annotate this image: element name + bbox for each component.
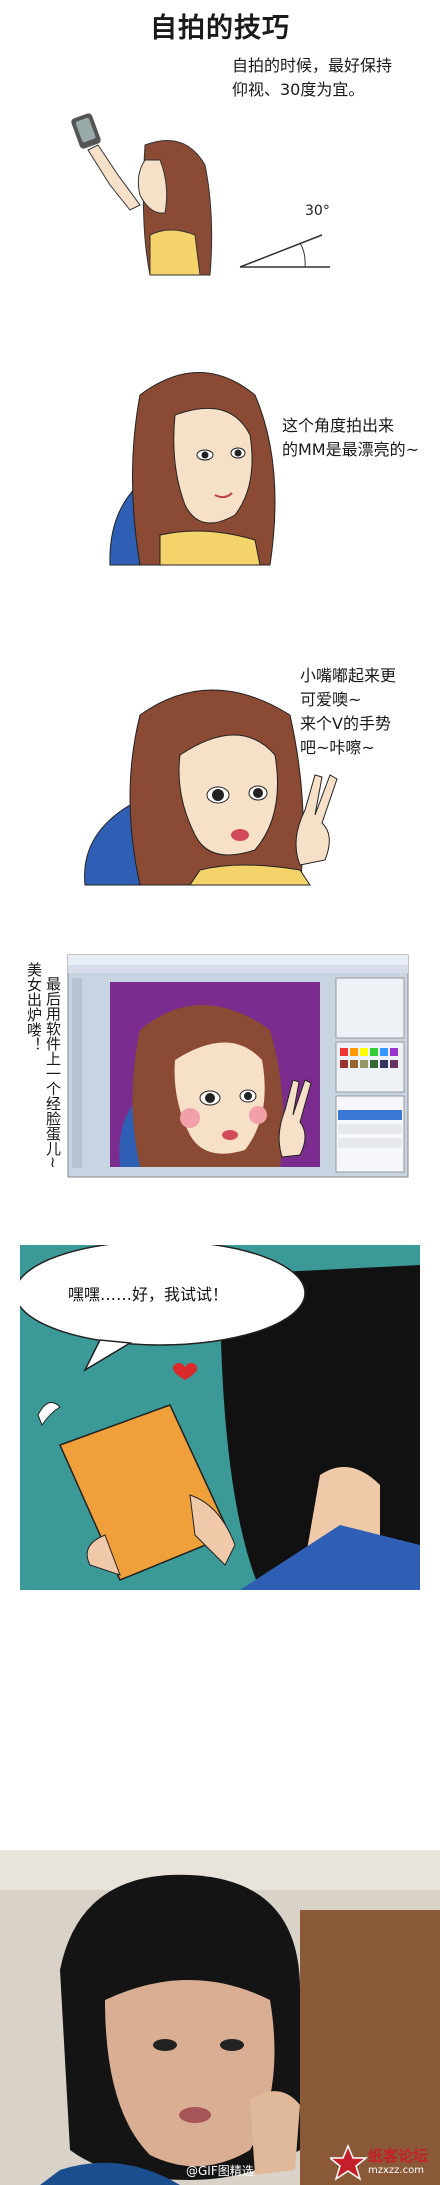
panel-1: 自拍的时候，最好保持 仰视、30度为宜。 30° (0, 45, 440, 285)
panel-3-caption-line-4: 吧~咔嚓~ (300, 738, 375, 757)
weibo-watermark: @GIF图精选 (186, 2164, 254, 2178)
forum-logo: 纸客论坛 mzxzz.com (330, 2142, 438, 2182)
panel-3: 小嘴嘟起来更 可爱噢~ 来个V的手势 吧~咔嚓~ (0, 645, 440, 905)
panel-2-caption-line-1: 这个角度拍出来 (282, 416, 395, 435)
logo-url: mzxzz.com (368, 2165, 424, 2176)
photoshop-window (67, 954, 409, 1178)
logo-text: 纸客论坛 (368, 2147, 429, 2165)
panel-3-caption-line-3: 来个V的手势 (300, 714, 391, 733)
panel-5: 嘿嘿……好，我试试！ (20, 1245, 420, 1590)
panel-2-illustration (109, 372, 276, 566)
panel-2-caption-line-2: 的MM是最漂亮的~ (282, 440, 420, 459)
panel-3-caption-line-1: 小嘴嘟起来更 (300, 666, 397, 685)
panel-1-illustration (71, 113, 330, 276)
page-title: 自拍的技巧 (150, 13, 290, 44)
panel-6-photo: @GIF图精选 纸客论坛 mzxzz.com (0, 1850, 440, 2185)
angle-label: 30° (305, 203, 330, 219)
photo-illustration (0, 1850, 440, 2185)
panel-1-caption-line-2: 仰视、30度为宜。 (232, 80, 365, 99)
panel-3-caption-line-2: 可爱噢~ (300, 690, 362, 709)
panel-2: 这个角度拍出来 的MM是最漂亮的~ (0, 355, 440, 575)
panel-1-caption-line-1: 自拍的时候，最好保持 (232, 56, 393, 75)
panel-4: 美女出炉喽！ 最后用软件上一个经脸蛋儿~ (0, 950, 440, 1190)
speech-bubble-text: 嘿嘿……好，我试试！ (68, 1285, 229, 1304)
